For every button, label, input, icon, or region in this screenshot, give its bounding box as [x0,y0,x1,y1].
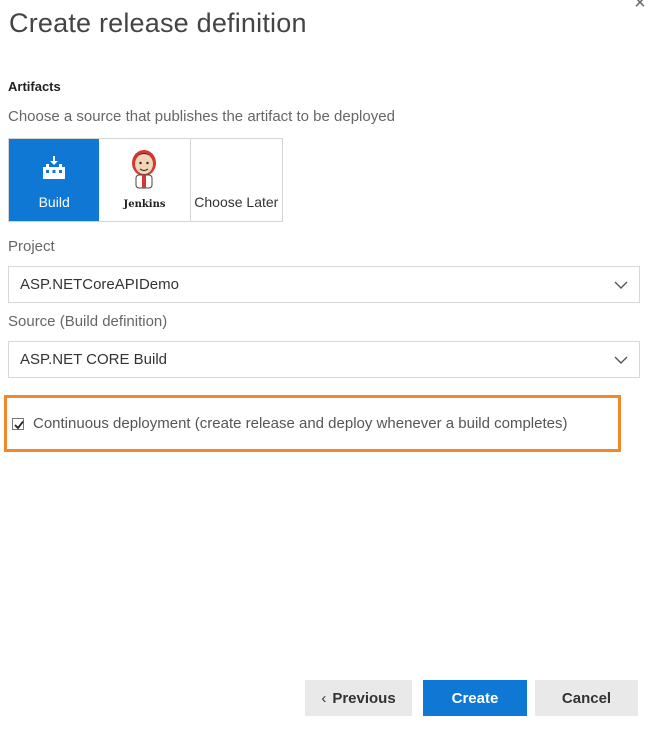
artifact-source-tiles: Build Jenkins Choose Later [8,138,283,222]
source-tile-jenkins-label: Jenkins [123,199,166,210]
project-select-value: ASP.NETCoreAPIDemo [20,276,179,293]
previous-button-label: Previous [332,689,396,707]
source-tile-build-label: Build [38,194,70,210]
create-release-dialog: Create release definition × Artifacts Ch… [0,0,650,729]
project-label: Project [8,238,55,255]
continuous-deployment-label: Continuous deployment (create release an… [33,415,568,432]
source-select[interactable]: ASP.NET CORE Build [8,341,640,378]
source-tile-build[interactable]: Build [9,139,100,221]
create-button[interactable]: Create [423,680,527,716]
chevron-left-icon: ‹ [321,689,327,707]
source-tile-choose-later-label: Choose Later [194,194,279,210]
source-select-value: ASP.NET CORE Build [20,351,168,368]
chevron-down-icon [614,356,628,364]
dialog-title: Create release definition [9,8,307,38]
source-label: Source (Build definition) [8,313,168,330]
project-select[interactable]: ASP.NETCoreAPIDemo [8,266,640,303]
source-tile-choose-later[interactable]: Choose Later [190,139,282,221]
previous-button[interactable]: ‹ Previous [305,680,412,716]
continuous-deployment-checkbox[interactable] [12,418,24,430]
build-icon [41,155,67,186]
jenkins-logo-icon [126,148,162,195]
source-tile-jenkins[interactable]: Jenkins [99,139,191,221]
artifacts-description: Choose a source that publishes the artif… [8,108,395,125]
chevron-down-icon [614,281,628,289]
artifacts-heading: Artifacts [8,79,61,94]
cancel-button[interactable]: Cancel [535,680,638,716]
close-icon[interactable]: × [630,0,650,14]
checkmark-icon [14,420,24,430]
